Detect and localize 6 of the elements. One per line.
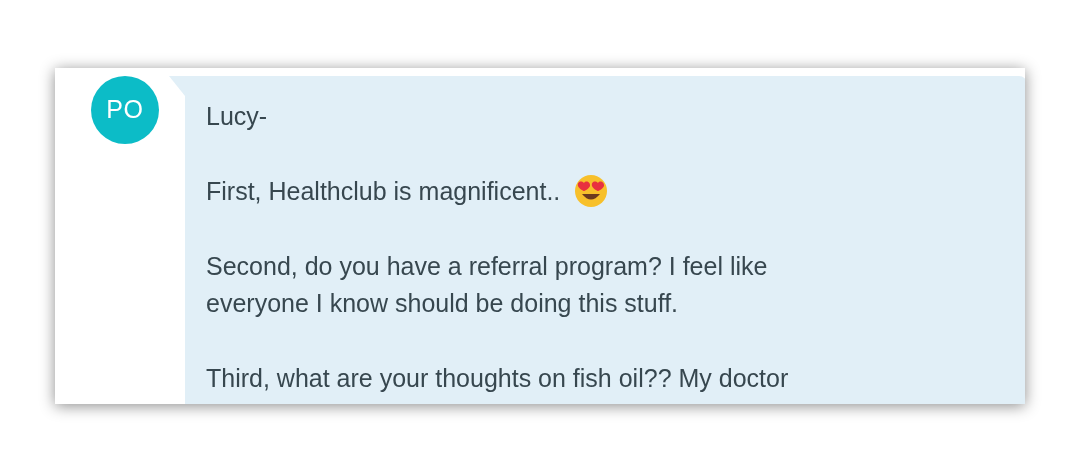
message-text: Third, what are your thoughts on fish oil?? My doctor bbox=[206, 364, 789, 392]
message-text: First, Healthclub is magnificent.. bbox=[206, 177, 561, 205]
avatar: PO bbox=[91, 76, 159, 144]
heart-eyes-face-icon bbox=[574, 174, 609, 209]
message-text: Lucy- bbox=[206, 102, 268, 130]
message-text: Second, do you have a referral program? I feel like everyone I know should be doing this stuff. bbox=[206, 252, 768, 317]
